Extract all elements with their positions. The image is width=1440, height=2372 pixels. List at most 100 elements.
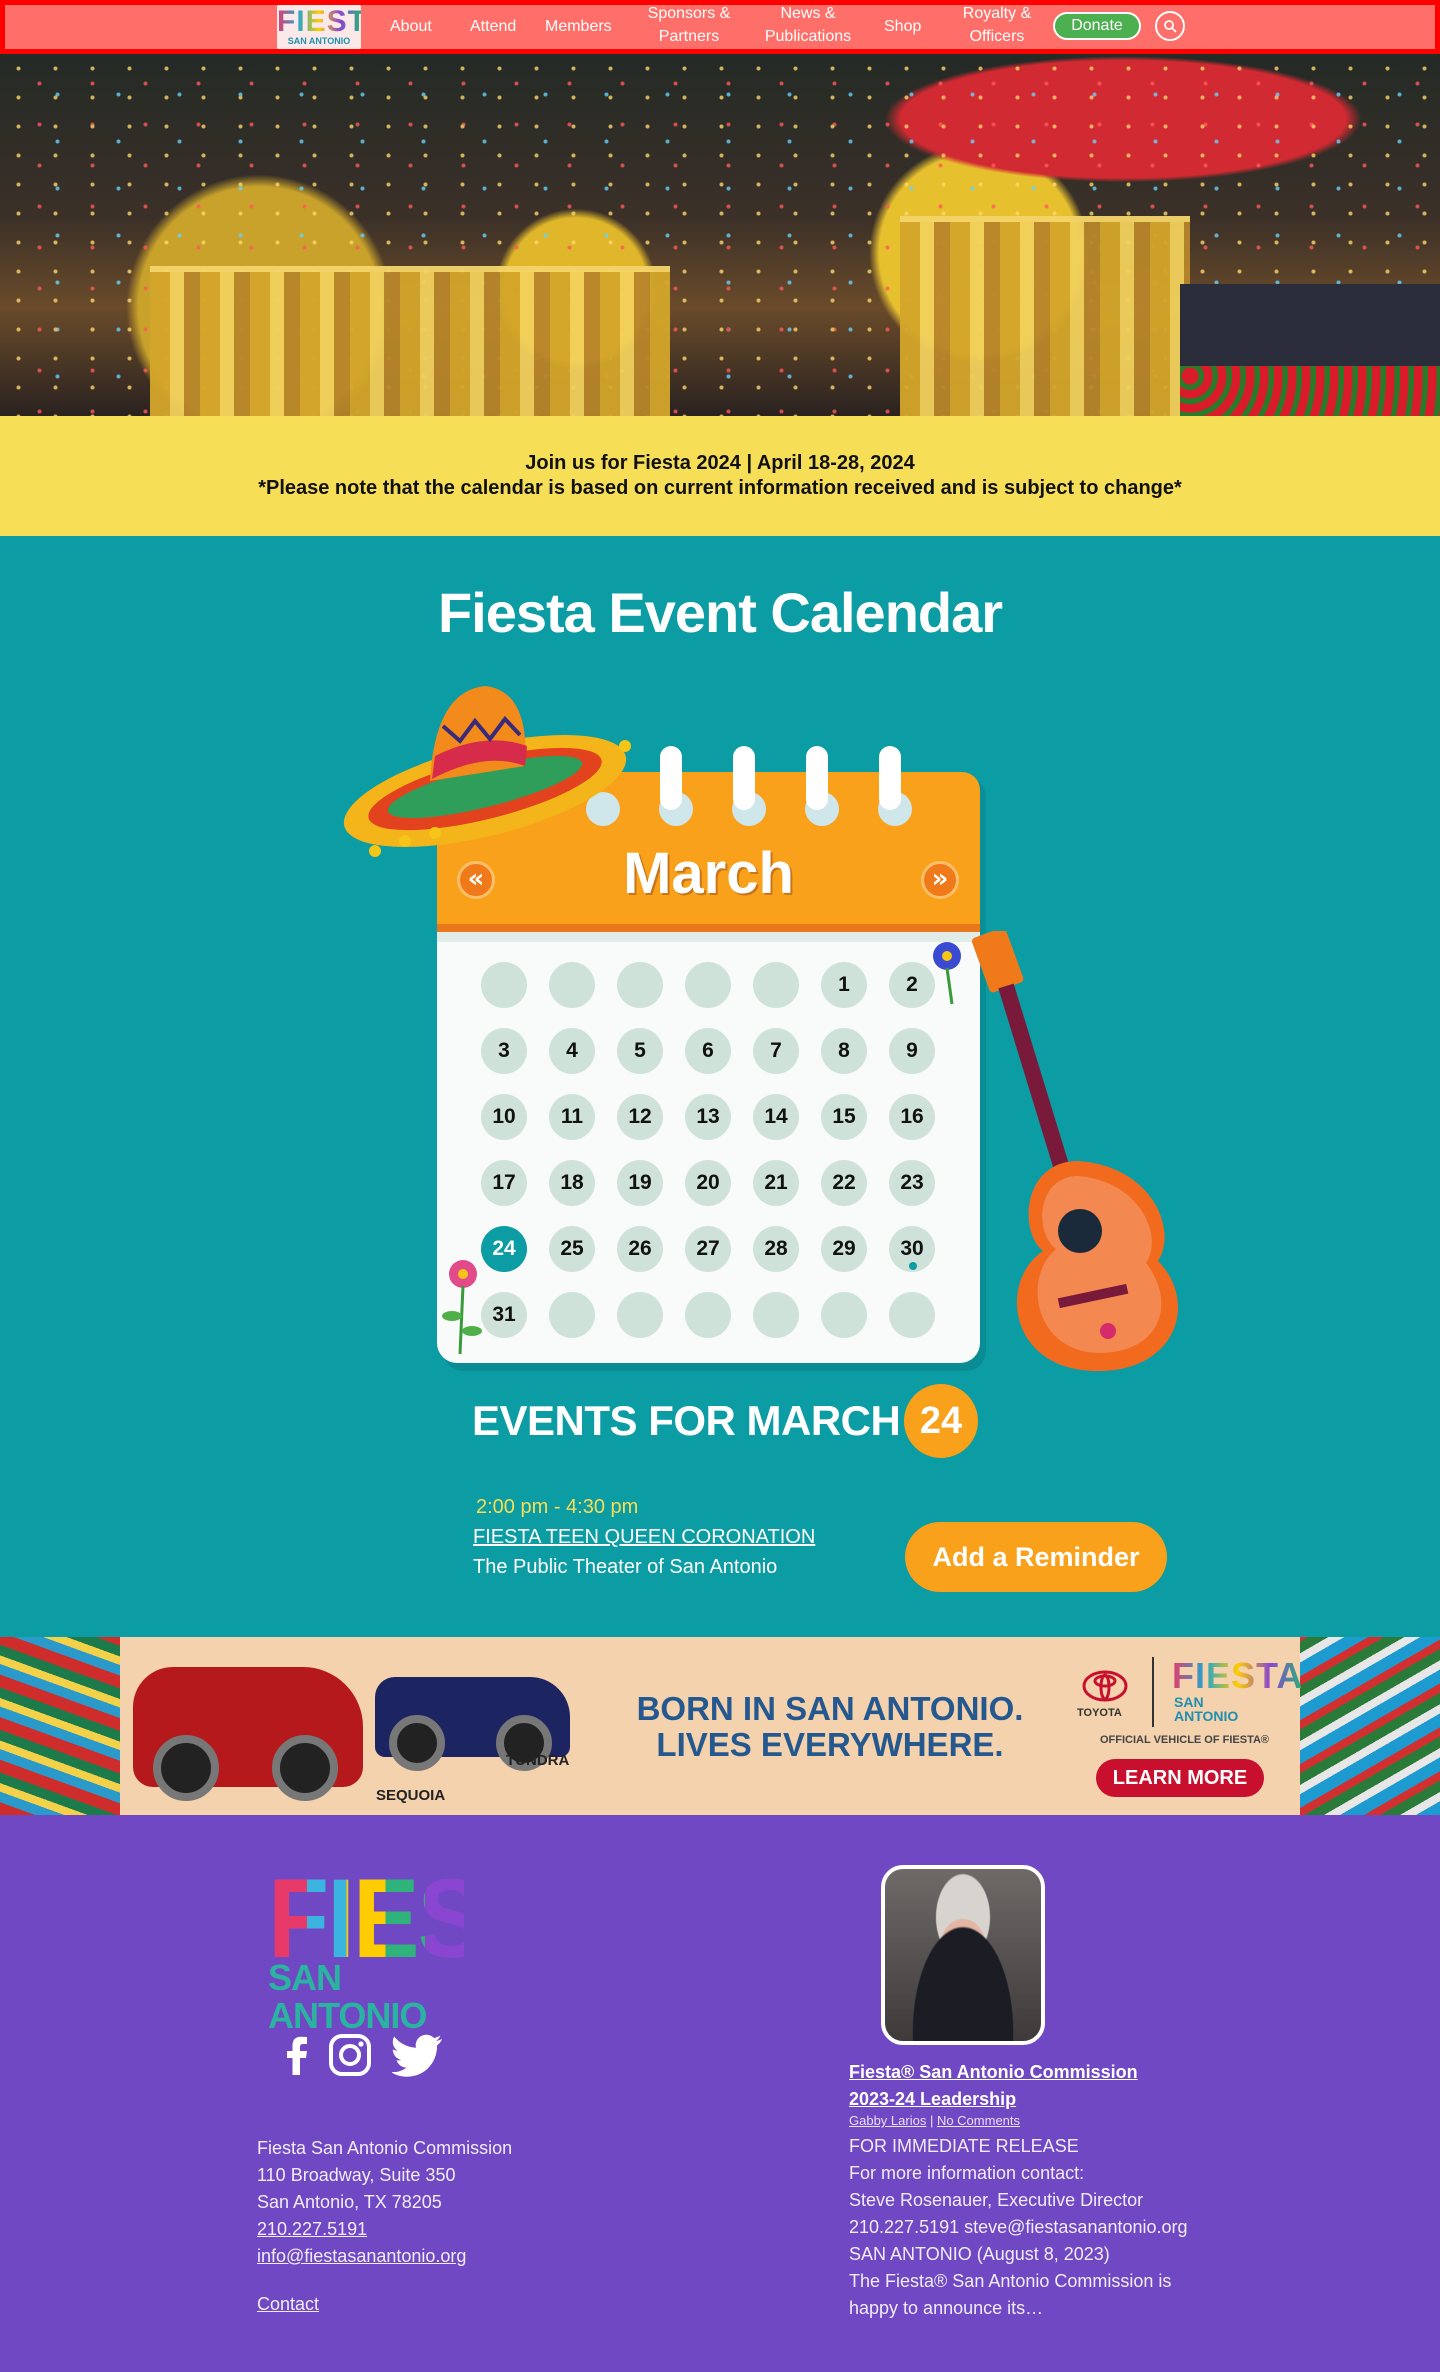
calendar-day[interactable]: 8 — [821, 1028, 867, 1074]
news-meta: Gabby Larios | No Comments — [849, 2113, 1020, 2128]
address-line: 110 Broadway, Suite 350 — [257, 2165, 456, 2185]
top-navigation: FIESTA SAN ANTONIO About Attend Members … — [0, 0, 1440, 54]
sequoia-image — [133, 1667, 363, 1801]
email-link[interactable]: info@fiestasanantonio.org — [257, 2243, 512, 2270]
calendar-day-empty — [821, 1292, 867, 1338]
calendar-day[interactable]: 5 — [617, 1028, 663, 1074]
serape-left — [0, 1637, 130, 1815]
sombrero-icon — [343, 686, 631, 857]
calendar-day[interactable]: 18 — [549, 1160, 595, 1206]
excerpt-line: SAN ANTONIO (August 8, 2023) — [849, 2244, 1110, 2264]
calendar-day[interactable]: 1 — [821, 962, 867, 1008]
calendar-day[interactable]: 20 — [685, 1160, 731, 1206]
parade-float-left — [150, 266, 670, 416]
event-calendar-section: Fiesta Event Calendar « March » 12345678… — [0, 536, 1440, 1637]
calendar-day[interactable]: 6 — [685, 1028, 731, 1074]
calendar-day[interactable]: 3 — [481, 1028, 527, 1074]
calendar-day[interactable]: 17 — [481, 1160, 527, 1206]
nav-royalty-officers[interactable]: Royalty & Officers — [957, 2, 1037, 48]
calendar-day[interactable]: 22 — [821, 1160, 867, 1206]
calendar-day[interactable]: 4 — [549, 1028, 595, 1074]
news-title-link[interactable]: Fiesta® San Antonio Commission 2023-24 L… — [849, 2059, 1138, 2113]
calendar-day[interactable]: 21 — [753, 1160, 799, 1206]
calendar-day-empty — [753, 962, 799, 1008]
calendar-day[interactable]: 7 — [753, 1028, 799, 1074]
calendar-day[interactable]: 27 — [685, 1226, 731, 1272]
day-grid: 1 2 3 4 5 6 7 8 9 10 11 12 13 14 15 16 17 18 19 20 21 22 23 24 2… — [481, 962, 935, 1338]
nav-members[interactable]: Members — [545, 15, 612, 38]
calendar-day-empty — [549, 1292, 595, 1338]
calendar-day[interactable]: 10 — [481, 1094, 527, 1140]
event-indicator-dot — [909, 1262, 917, 1270]
meta-separator: | — [926, 2113, 937, 2128]
serape-right — [1290, 1637, 1440, 1815]
facebook-icon[interactable] — [276, 2033, 320, 2077]
logo-divider — [1152, 1657, 1154, 1727]
nav-sponsors-partners[interactable]: Sponsors & Partners — [641, 2, 737, 48]
site-footer: FIESTA SAN ANTONIO Fiesta San Antonio Co… — [0, 1815, 1440, 2372]
event-link[interactable]: FIESTA TEEN QUEEN CORONATION — [473, 1526, 815, 1549]
calendar-day-empty — [753, 1292, 799, 1338]
author-link[interactable]: Gabby Larios — [849, 2113, 926, 2128]
next-month-button[interactable]: » — [921, 861, 959, 899]
excerpt-line: Steve Rosenauer, Executive Director — [849, 2190, 1144, 2210]
notice-line-2: *Please note that the calendar is based … — [258, 477, 1182, 499]
calendar-day[interactable]: 15 — [821, 1094, 867, 1140]
nav-about[interactable]: About — [390, 15, 432, 38]
address-line: San Antonio, TX 78205 — [257, 2192, 442, 2212]
footer-logo-sub: SAN ANTONIO — [268, 1957, 427, 2036]
logo-word: FIESTA — [277, 5, 361, 38]
calendar-day-empty — [549, 962, 595, 1008]
events-day-badge: 24 — [904, 1384, 978, 1458]
events-heading: EVENTS FOR MARCH — [472, 1397, 901, 1444]
parade-float-right — [900, 216, 1190, 416]
nav-label: Partners — [658, 28, 720, 45]
excerpt-line: FOR IMMEDIATE RELEASE — [849, 2136, 1079, 2156]
learn-more-button[interactable]: LEARN MORE — [1096, 1759, 1264, 1797]
tundra-image — [375, 1677, 570, 1771]
calendar-day-empty — [617, 962, 663, 1008]
nav-label: Officers — [969, 28, 1025, 45]
notice-line-1: Join us for Fiesta 2024 | April 18-28, 2… — [525, 452, 915, 474]
comments-link[interactable]: No Comments — [937, 2113, 1020, 2128]
ad-fiesta-sub: SAN ANTONIO — [1174, 1694, 1239, 1724]
fiesta-logo[interactable]: FIESTA SAN ANTONIO — [277, 5, 361, 49]
calendar-day[interactable]: 29 — [821, 1226, 867, 1272]
calendar-day[interactable]: 12 — [617, 1094, 663, 1140]
nav-news-publications[interactable]: News & Publications — [758, 2, 858, 48]
donate-button[interactable]: Donate — [1053, 12, 1141, 40]
binder-ring — [733, 746, 755, 810]
nav-label: News & — [780, 5, 836, 22]
binder-ring — [879, 746, 901, 810]
ad-logos: TOYOTA FIESTA SAN ANTONIO — [1077, 1657, 1302, 1737]
calendar-day[interactable]: 28 — [753, 1226, 799, 1272]
flower-icon — [933, 942, 961, 1005]
toyota-ad-banner[interactable]: SEQUOIA TUNDRA BORN IN SAN ANTONIO. LIVE… — [0, 1637, 1440, 1815]
hero-parade-image — [0, 54, 1440, 416]
twitter-icon[interactable] — [392, 2033, 444, 2077]
nav-shop[interactable]: Shop — [884, 15, 921, 38]
calendar-day[interactable]: 13 — [685, 1094, 731, 1140]
instagram-icon[interactable] — [328, 2033, 372, 2077]
nav-label: Royalty & — [962, 5, 1032, 22]
search-button[interactable] — [1155, 11, 1185, 41]
calendar-day[interactable]: 11 — [549, 1094, 595, 1140]
toyota-logo-icon — [1082, 1670, 1128, 1702]
contact-link[interactable]: Contact — [257, 2291, 319, 2318]
calendar-day[interactable]: 26 — [617, 1226, 663, 1272]
phone-link[interactable]: 210.227.5191 — [257, 2216, 512, 2243]
news-excerpt: FOR IMMEDIATE RELEASE For more informati… — [849, 2133, 1188, 2322]
sponsor-banner — [1180, 284, 1440, 374]
excerpt-line: The Fiesta® San Antonio Commission is — [849, 2271, 1172, 2291]
footer-logo[interactable]: FIESTA SAN ANTONIO — [268, 1863, 606, 2035]
calendar-day[interactable]: 19 — [617, 1160, 663, 1206]
add-reminder-button[interactable]: Add a Reminder — [905, 1522, 1167, 1592]
toyota-wordmark: TOYOTA — [1077, 1707, 1122, 1719]
tundra-label: TUNDRA — [506, 1752, 570, 1769]
calendar-day[interactable]: 25 — [549, 1226, 595, 1272]
leadership-photo[interactable] — [881, 1865, 1045, 2045]
calendar-body: 1 2 3 4 5 6 7 8 9 10 11 12 13 14 15 16 17 18 19 20 21 22 23 24 2… — [437, 932, 980, 1363]
search-icon — [1164, 20, 1177, 33]
nav-attend[interactable]: Attend — [470, 15, 516, 38]
calendar-day[interactable]: 14 — [753, 1094, 799, 1140]
